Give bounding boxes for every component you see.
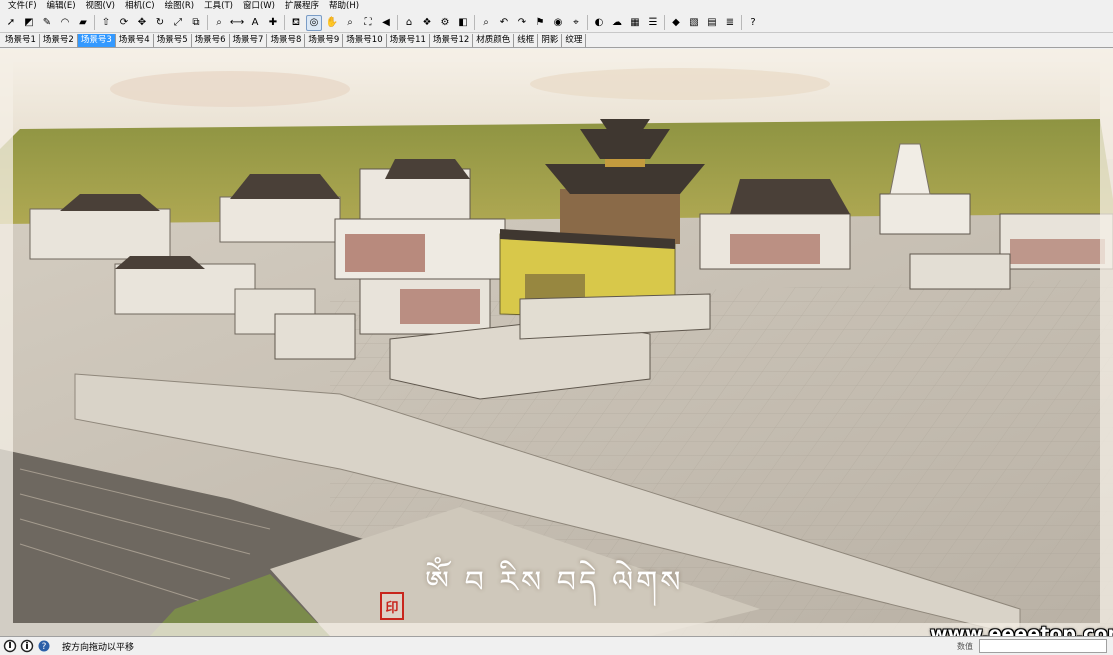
text-icon[interactable]: A <box>247 15 263 31</box>
toolbar-separator <box>284 15 285 30</box>
orbit-icon[interactable]: ◎ <box>306 14 322 31</box>
redo-icon[interactable]: ↷ <box>514 15 530 31</box>
scale-icon[interactable]: ⤢ <box>170 15 186 31</box>
scene-tab[interactable]: 场景号5 <box>154 34 192 47</box>
offset-icon[interactable]: ⧉ <box>188 15 204 31</box>
move-icon[interactable]: ✥ <box>134 15 150 31</box>
toolbar-separator <box>587 15 588 30</box>
rotate-icon[interactable]: ↻ <box>152 15 168 31</box>
sketchup-window: 文件(F) 编辑(E) 视图(V) 相机(C) 绘图(R) 工具(T) 窗口(W) 扩展程序帮… <box>0 0 1113 655</box>
help-icon[interactable]: ? <box>745 15 761 31</box>
menu-item[interactable]: 编辑(E) <box>42 0 81 13</box>
components-icon[interactable]: ❖ <box>419 15 435 31</box>
toolbar-separator <box>207 15 208 30</box>
outliner-icon[interactable]: ≣ <box>722 15 738 31</box>
model-viewport[interactable]: ༀ བ རིས བདེ ལེགས 印 www.eeeetop.com <box>0 49 1113 636</box>
eraser-icon[interactable]: ◩ <box>21 15 37 31</box>
scene-tab[interactable]: 场景号4 <box>116 34 154 47</box>
select-icon[interactable]: ➚ <box>3 15 19 31</box>
main-toolbar: ➚ ◩ ✎ ◠ ▰ ⇧ ⟳ ✥ ↻ ⤢ ⧉ ⌕ ⟷ A ✚ ⛾ ◎ ✋ ⌕ ⛶ ◀ ⌂ ❖ ⚙ ◧ ⌕ ↶ ↷ ⚑ ◉ ⌖ ◐ ☁ ▦ ☰ ◆ ▧ ▤ ≣? <box>0 13 1113 33</box>
scene-tab[interactable]: 场景号3 <box>77 34 116 47</box>
scene-tabs: 场景号1 场景号2 场景号3 场景号4 场景号5 场景号6 场景号7 场景号8 场景号9 场景号1… <box>0 34 1113 48</box>
layer-icon[interactable]: ☰ <box>645 15 661 31</box>
red-seal-stamp: 印 <box>380 592 404 620</box>
paint-bucket-icon[interactable]: ⛾ <box>288 15 304 31</box>
push-pull-icon[interactable]: ⇧ <box>98 15 114 31</box>
position-camera-icon[interactable]: ⌖ <box>568 15 584 31</box>
scene-tab[interactable]: 场景号11 <box>387 34 430 47</box>
scene-tab[interactable]: 场景号10 <box>343 34 387 47</box>
undo-icon[interactable]: ↶ <box>496 15 512 31</box>
axes-icon[interactable]: ✚ <box>265 15 281 31</box>
status-bar: ? 按方向拖动以平移 数值 <box>0 636 1113 655</box>
toolbar-separator <box>664 15 665 30</box>
scene-tab[interactable]: 线框 <box>514 34 539 47</box>
fog-icon[interactable]: ☁ <box>609 15 625 31</box>
geo-location-icon[interactable] <box>3 639 17 653</box>
toolbar-separator <box>94 15 95 30</box>
scene-tab[interactable]: 材质颜色 <box>473 34 515 47</box>
rendered-scene <box>0 49 1113 636</box>
cloud <box>110 71 350 107</box>
scene-tab[interactable]: 场景号7 <box>230 34 268 47</box>
scene-tab[interactable]: 场景号8 <box>267 34 306 47</box>
look-around-icon[interactable]: ◉ <box>550 15 566 31</box>
extensions-icon[interactable]: ⚙ <box>437 15 453 31</box>
help-icon[interactable]: ? <box>37 639 51 653</box>
walk-icon[interactable]: ⚑ <box>532 15 548 31</box>
scene-icon[interactable]: ▤ <box>704 15 720 31</box>
toolbar-separator <box>741 15 742 30</box>
scene-tab[interactable]: 场景号9 <box>305 34 344 47</box>
watermark: www.eeeetop.com <box>930 623 1113 636</box>
pan-icon[interactable]: ✋ <box>324 15 340 31</box>
status-message: 按方向拖动以平移 <box>62 642 135 653</box>
scene-tab[interactable]: 场景号6 <box>192 34 230 47</box>
section-plane-icon[interactable]: ◧ <box>455 15 471 31</box>
scene-tab[interactable]: 场景号12 <box>430 34 474 47</box>
tape-measure-icon[interactable]: ⌕ <box>211 15 227 31</box>
menu-item[interactable]: 工具(T) <box>199 0 238 13</box>
cloud <box>530 68 830 100</box>
credits-icon[interactable] <box>20 639 34 653</box>
seal-text: 印 <box>385 600 399 616</box>
toolbar-separator <box>397 15 398 30</box>
scene-tab[interactable]: 纹理 <box>562 34 587 47</box>
magnifier-icon[interactable]: ⌕ <box>478 15 494 31</box>
menu-item[interactable]: 扩展程序 <box>280 0 324 13</box>
warehouse-icon[interactable]: ⌂ <box>401 15 417 31</box>
pencil-icon[interactable]: ✎ <box>39 15 55 31</box>
sandbox-icon[interactable]: ▦ <box>627 15 643 31</box>
menu-bar: 文件(F) 编辑(E) 视图(V) 相机(C) 绘图(R) 工具(T) 窗口(W) 扩展程序帮… <box>0 0 1113 13</box>
svg-text:?: ? <box>42 642 47 652</box>
measurements-input[interactable] <box>979 639 1107 653</box>
previous-view-icon[interactable]: ◀ <box>378 15 394 31</box>
measurements-label: 数值 <box>957 642 973 651</box>
tibetan-title-overlay: ༀ བ རིས བདེ ལེགས <box>425 565 684 600</box>
style-icon[interactable]: ▧ <box>686 15 702 31</box>
menu-item[interactable]: 绘图(R) <box>160 0 200 13</box>
follow-me-icon[interactable]: ⟳ <box>116 15 132 31</box>
arc-icon[interactable]: ◠ <box>57 15 73 31</box>
material-icon[interactable]: ◆ <box>668 15 684 31</box>
rectangle-icon[interactable]: ▰ <box>75 15 91 31</box>
menu-item[interactable]: 相机(C) <box>120 0 160 13</box>
scene-tab[interactable]: 阴影 <box>538 34 563 47</box>
menu-item[interactable]: 窗口(W) <box>238 0 280 13</box>
scene-tab[interactable]: 场景号2 <box>40 34 78 47</box>
scene-tab[interactable]: 场景号1 <box>2 34 40 47</box>
zoom-icon[interactable]: ⌕ <box>342 15 358 31</box>
dimension-icon[interactable]: ⟷ <box>229 15 245 31</box>
menu-item[interactable]: 视图(V) <box>81 0 120 13</box>
menu-item[interactable]: 帮助(H) <box>324 0 364 13</box>
toolbar-separator <box>474 15 475 30</box>
zoom-extents-icon[interactable]: ⛶ <box>360 15 376 31</box>
menu-item[interactable]: 文件(F) <box>3 0 42 13</box>
shadow-icon[interactable]: ◐ <box>591 15 607 31</box>
